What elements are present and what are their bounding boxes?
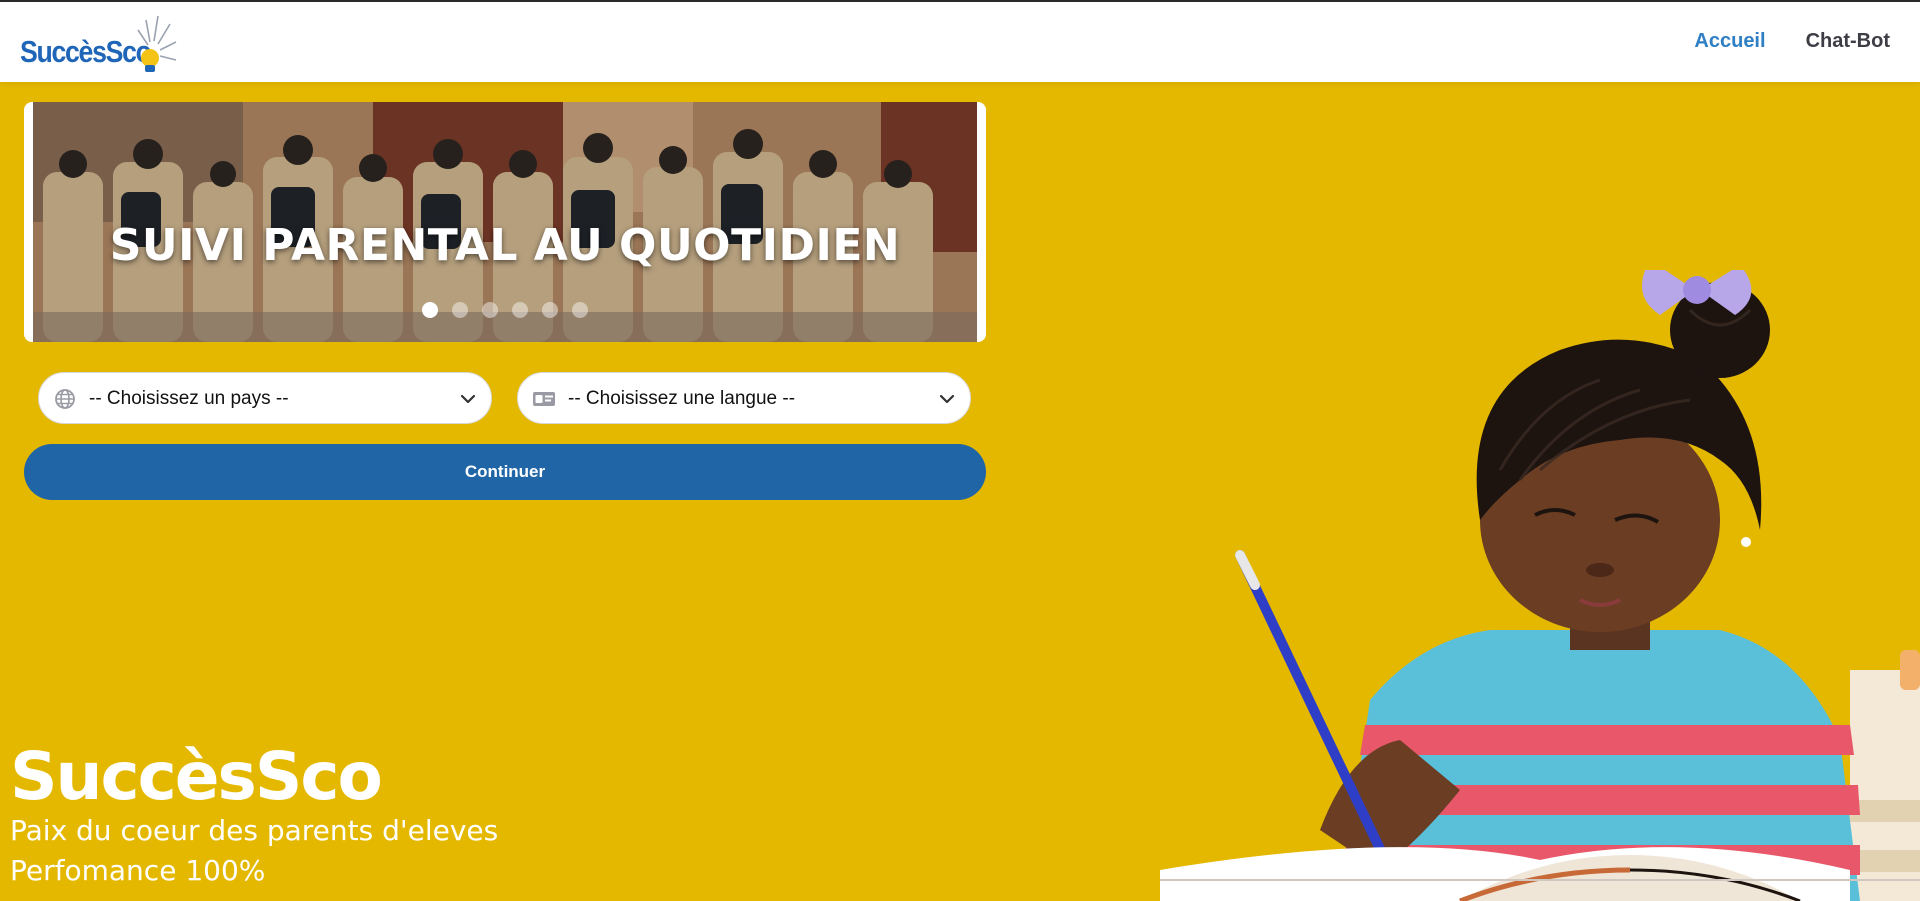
- lightbulb-icon: [137, 15, 177, 72]
- nav-links: Accueil Chat-Bot: [1694, 30, 1890, 53]
- globe-icon: [55, 389, 75, 409]
- carousel-dot-5[interactable]: [542, 302, 558, 318]
- language-select[interactable]: -- Choisissez une langue --: [517, 372, 971, 424]
- country-select[interactable]: -- Choisissez un pays --: [38, 372, 492, 424]
- chevron-down-icon: [460, 394, 476, 404]
- logo[interactable]: SuccèsSco: [18, 12, 177, 76]
- carousel-dot-2[interactable]: [452, 302, 468, 318]
- hero-title: SuccèsSco: [10, 738, 383, 815]
- continue-button[interactable]: Continuer: [24, 444, 986, 500]
- carousel-dot-6[interactable]: [572, 302, 588, 318]
- nav-chat-bot[interactable]: Chat-Bot: [1806, 30, 1890, 53]
- id-card-icon: [533, 392, 555, 406]
- country-select-value: -- Choisissez un pays --: [89, 388, 289, 409]
- carousel-dot-3[interactable]: [482, 302, 498, 318]
- carousel-dot-4[interactable]: [512, 302, 528, 318]
- hero-tagline: Paix du coeur des parents d'eleves: [10, 814, 499, 847]
- girl-studying-illustration: [1160, 270, 1920, 901]
- carousel-dots: [33, 302, 977, 318]
- chevron-down-icon: [939, 394, 955, 404]
- nav-accueil[interactable]: Accueil: [1694, 30, 1765, 53]
- slide-title: SUIVI PARENTAL AU QUOTIDIEN: [109, 220, 901, 271]
- carousel: SUIVI PARENTAL AU QUOTIDIEN: [24, 102, 986, 342]
- carousel-slide[interactable]: SUIVI PARENTAL AU QUOTIDIEN: [33, 102, 977, 342]
- hero-subtagline: Perfomance 100%: [10, 854, 266, 887]
- carousel-dot-1[interactable]: [422, 302, 438, 318]
- language-select-value: -- Choisissez une langue --: [568, 388, 796, 409]
- navbar: SuccèsSco Accueil Chat-Bot: [0, 2, 1920, 82]
